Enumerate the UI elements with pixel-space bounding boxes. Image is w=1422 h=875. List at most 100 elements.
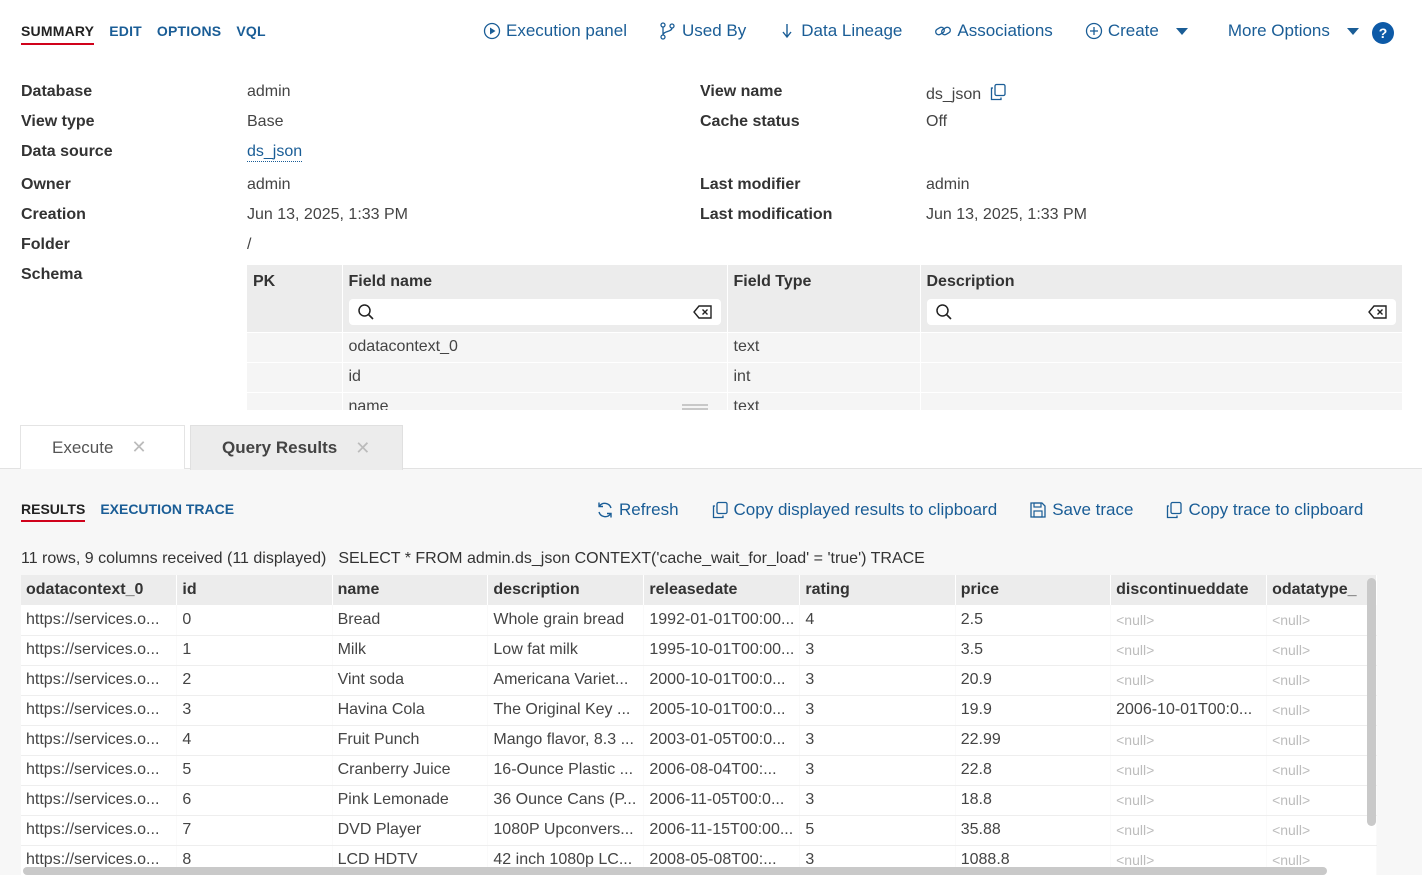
field-name-filter-input[interactable] [348,299,721,325]
column-header-discontinueddate[interactable]: discontinueddate [1110,575,1268,605]
refresh-button[interactable]: Refresh [596,500,679,520]
execution-panel-label: Execution panel [506,21,627,40]
table-cell: 2 [176,665,333,696]
database-value: admin [247,83,291,100]
cache-status-label: Cache status [700,113,800,130]
execution-panel-button[interactable]: Execution panel [483,21,627,41]
table-cell: 2005-10-01T00:0... [643,695,801,726]
tab-edit[interactable]: EDIT [109,23,142,45]
table-row[interactable]: https://services.o... 1 Milk Low fat milk 19… [21,635,1377,666]
table-cell: <null> [1266,815,1377,846]
tab-summary[interactable]: SUMMARY [21,23,95,45]
table-cell: 2003-01-05T00:0... [643,725,801,756]
field-type-cell: text [727,331,921,362]
results-header-row: odatacontext_0 id name description releaseda… [21,575,1377,605]
view-tabs: SUMMARY EDIT OPTIONS VQL [21,23,266,45]
table-cell: Americana Variet... [487,665,645,696]
description-filter-input[interactable] [926,299,1396,325]
table-cell: 4 [799,605,956,636]
column-header-name[interactable]: name [332,575,489,605]
plus-circle-icon [1085,22,1102,40]
schema-row[interactable]: odatacontext_0 text [247,331,1402,362]
clear-icon[interactable] [692,305,713,319]
tab-results[interactable]: RESULTS [21,501,86,522]
table-cell: <null> [1266,695,1377,726]
table-cell: Whole grain bread [487,605,645,636]
tab-query-results[interactable]: Query Results ✕ [190,425,403,470]
table-cell: https://services.o... [21,815,178,846]
tab-options[interactable]: OPTIONS [157,23,221,45]
column-header-price[interactable]: price [955,575,1112,605]
table-row[interactable]: https://services.o... 4 Fruit Punch Mango f… [21,725,1377,756]
table-row[interactable]: https://services.o... 2 Vint soda Americana… [21,665,1377,696]
results-info: 11 rows, 9 columns received (11 displaye… [21,550,925,568]
table-cell: <null> [1110,785,1268,816]
column-header-description[interactable]: description [487,575,645,605]
associations-button[interactable]: Associations [934,21,1053,41]
refresh-icon [598,502,612,518]
create-dropdown[interactable]: Create [1085,21,1188,41]
column-header-releasedate[interactable]: releasedate [643,575,801,605]
horizontal-scrollbar[interactable] [23,867,1327,875]
table-row[interactable]: https://services.o... 0 Bread Whole grain b… [21,605,1377,636]
table-cell: 22.99 [955,725,1112,756]
search-icon [935,304,952,320]
clear-icon[interactable] [1367,305,1388,319]
more-options-dropdown[interactable]: More Options [1228,21,1359,41]
data-lineage-button[interactable]: Data Lineage [778,21,902,41]
table-cell: 1995-10-01T00:00... [643,635,801,666]
table-cell: <null> [1266,755,1377,786]
table-row[interactable]: https://services.o... 3 Havina Cola The Ori… [21,695,1377,726]
table-cell: Vint soda [332,665,489,696]
tab-execute[interactable]: Execute ✕ [20,425,185,469]
table-cell: 3 [799,725,956,756]
tab-vql[interactable]: VQL [236,23,265,45]
tab-execution-trace[interactable]: EXECUTION TRACE [100,501,234,522]
table-row[interactable]: https://services.o... 7 DVD Player 1080P Up… [21,815,1377,846]
copy-trace-button[interactable]: Copy trace to clipboard [1165,500,1363,520]
field-name-cell: name [342,391,728,410]
data-source-link[interactable]: ds_json [247,143,303,162]
table-cell: Milk [332,635,489,666]
column-header-odatacontext-0[interactable]: odatacontext_0 [21,575,178,605]
table-cell: https://services.o... [21,755,178,786]
close-icon[interactable]: ✕ [131,437,146,458]
panel-resize-handle[interactable] [682,404,708,410]
search-icon [357,304,374,320]
copy-icon[interactable] [989,83,1007,101]
view-type-label: View type [21,113,95,130]
table-cell: 1080P Upconvers... [487,815,645,846]
table-cell: 2006-08-04T00:... [643,755,801,786]
table-cell: <null> [1266,665,1377,696]
save-trace-button[interactable]: Save trace [1029,500,1133,520]
table-row[interactable]: https://services.o... 5 Cranberry Juice 16-… [21,755,1377,786]
table-cell: 5 [799,815,956,846]
table-cell: 16-Ounce Plastic ... [487,755,645,786]
table-row[interactable]: https://services.o... 6 Pink Lemonade 36 Ou… [21,785,1377,816]
vertical-scrollbar[interactable] [1367,578,1376,826]
last-modifier-value: admin [926,176,970,193]
used-by-button[interactable]: Used By [659,21,746,41]
database-label: Database [21,83,93,100]
result-tabs: RESULTS EXECUTION TRACE [21,501,234,522]
executed-query: SELECT * FROM admin.ds_json CONTEXT('cac… [338,550,925,567]
schema-row[interactable]: name text [247,391,1402,410]
schema-row[interactable]: id int [247,361,1402,392]
schema-table: PK Field name Field Type Description oda… [247,265,1402,410]
data-lineage-label: Data Lineage [801,21,903,40]
column-header-rating[interactable]: rating [799,575,956,605]
help-icon[interactable]: ? [1372,22,1394,44]
close-icon[interactable]: ✕ [355,438,370,459]
pk-cell [247,361,343,392]
copy-results-button[interactable]: Copy displayed results to clipboard [711,500,997,520]
table-cell: 3 [799,665,956,696]
column-header-id[interactable]: id [176,575,333,605]
more-options-label: More Options [1227,21,1330,40]
table-cell: <null> [1266,725,1377,756]
table-cell: 3 [799,785,956,816]
field-name-cell: odatacontext_0 [342,331,728,362]
table-cell: https://services.o... [21,635,178,666]
table-cell: https://services.o... [21,725,178,756]
view-name-label: View name [700,83,783,100]
column-header-odatatype-[interactable]: odatatype_ [1266,575,1377,605]
